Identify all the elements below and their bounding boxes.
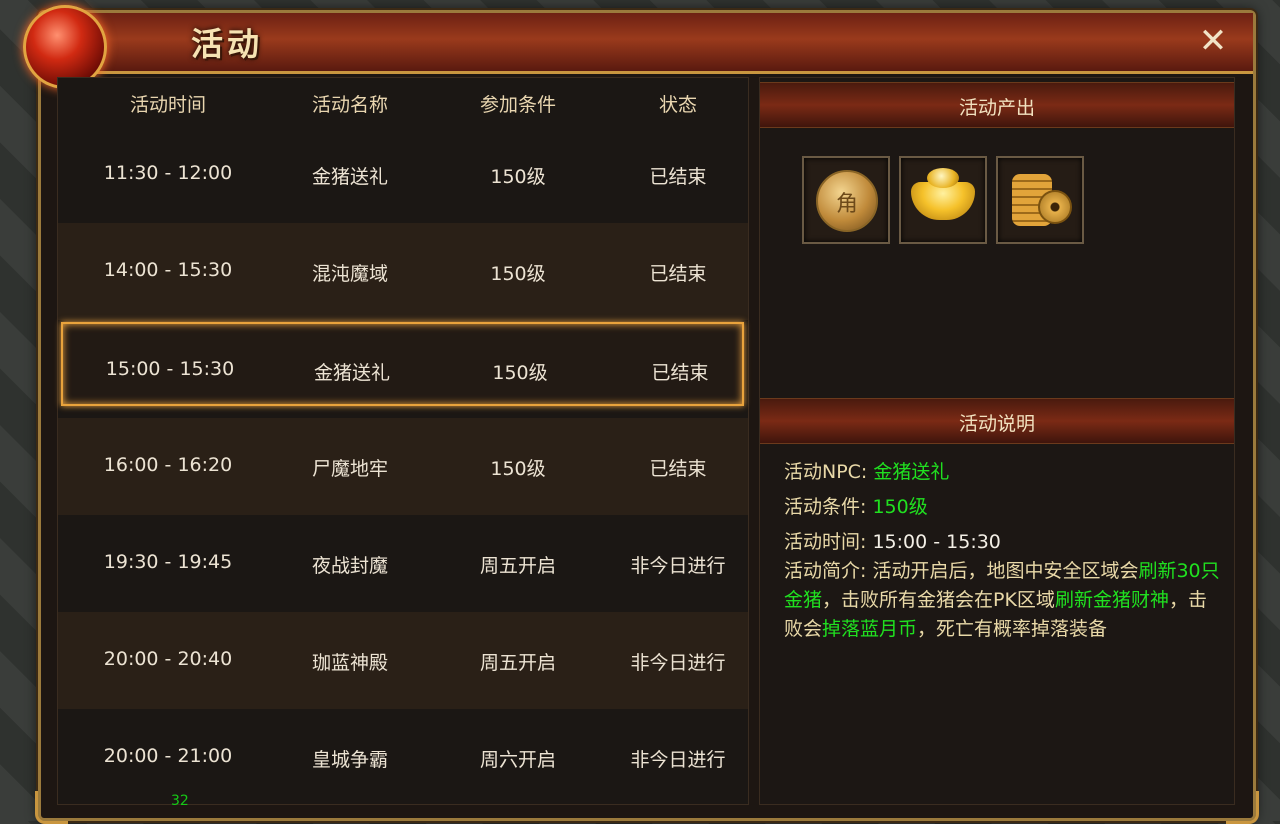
- row-condition: 150级: [490, 458, 546, 480]
- activity-detail-panel: 活动产出 活动说明 活动NPC: 金猪送礼 活动条件: 150级 活动时间: 1…: [759, 77, 1235, 805]
- activity-window: 活动 ✕ 活动时间 活动名称 参加条件 状态 11:30 - 12:00 金猪送…: [23, 5, 1259, 824]
- row-time: 16:00 - 16:20: [103, 454, 233, 476]
- condition-line: 活动条件: 150级: [784, 493, 1224, 522]
- description-text: 活动NPC: 金猪送礼 活动条件: 150级 活动时间: 15:00 - 15:…: [784, 458, 1224, 644]
- row-status: 已结束: [649, 458, 707, 480]
- header-status: 状态: [658, 94, 697, 116]
- rewards-title: 活动产出: [958, 97, 1035, 119]
- row-name: 金猪送礼: [313, 362, 390, 384]
- reward-slot[interactable]: [802, 156, 890, 244]
- header-time: 活动时间: [129, 94, 206, 116]
- row-status: 已结束: [651, 362, 709, 384]
- intro-text: 活动简介: 活动开启后，地图中安全区域会刷新30只金猪，击败所有金猪会在PK区域…: [784, 557, 1224, 644]
- condition-label: 活动条件:: [784, 496, 873, 518]
- row-name: 金猪送礼: [311, 166, 388, 188]
- window-title: 活动: [191, 25, 264, 63]
- row-name: 皇城争霸: [311, 749, 388, 771]
- bronze-coin-icon: [816, 170, 878, 232]
- description-title: 活动说明: [958, 413, 1035, 435]
- intro-text-4: ，死亡有概率掉落装备: [917, 618, 1108, 640]
- row-time: 11:30 - 12:00: [103, 162, 233, 184]
- intro-text-2: ，击败所有金猪会在PK区域: [822, 589, 1055, 611]
- npc-label: 活动NPC:: [784, 461, 874, 483]
- gold-ingot-icon: [911, 168, 975, 220]
- row-condition: 150级: [490, 263, 546, 285]
- close-button[interactable]: ✕: [1195, 23, 1231, 59]
- row-name: 夜战封魔: [311, 555, 388, 577]
- intro-highlight-3: 掉落蓝月币: [822, 618, 918, 640]
- row-condition: 150级: [492, 362, 548, 384]
- row-name: 尸魔地牢: [311, 458, 388, 480]
- row-time: 15:00 - 15:30: [105, 358, 235, 380]
- row-status: 已结束: [649, 263, 707, 285]
- time-line: 活动时间: 15:00 - 15:30: [784, 528, 1224, 557]
- description-header: 活动说明: [760, 398, 1234, 444]
- header-name: 活动名称: [311, 94, 388, 116]
- table-row[interactable]: 14:00 - 15:30 混沌魔域 150级 已结束: [58, 223, 748, 320]
- reward-slot[interactable]: [899, 156, 987, 244]
- npc-value: 金猪送礼: [873, 461, 950, 483]
- intro-text-1: 活动开启后，地图中安全区域会: [872, 560, 1139, 582]
- table-row[interactable]: 20:00 - 20:40 珈蓝神殿 周五开启 非今日进行: [58, 612, 748, 709]
- title-bar: 活动 ✕: [23, 5, 1253, 89]
- row-time: 19:30 - 19:45: [103, 551, 233, 573]
- time-label: 活动时间:: [784, 531, 873, 553]
- row-status: 非今日进行: [630, 555, 726, 577]
- reward-slot[interactable]: [996, 156, 1084, 244]
- time-value: 15:00 - 15:30: [872, 531, 1001, 553]
- intro-highlight-2: 刷新金猪财神: [1054, 589, 1169, 611]
- row-condition: 周六开启: [479, 749, 556, 771]
- condition-value: 150级: [872, 496, 928, 518]
- table-row-selected[interactable]: 15:00 - 15:30 金猪送礼 150级 已结束: [61, 322, 744, 406]
- row-condition: 周五开启: [479, 652, 556, 674]
- table-row[interactable]: 20:00 - 21:00 皇城争霸 周六开启 非今日进行: [58, 709, 748, 806]
- table-row[interactable]: 11:30 - 12:00 金猪送礼 150级 已结束: [58, 126, 748, 223]
- coin-stack-icon: [1012, 174, 1072, 226]
- rewards-header: 活动产出: [760, 82, 1234, 128]
- table-header: 活动时间 活动名称 参加条件 状态: [58, 78, 748, 126]
- page-number: 32: [171, 793, 189, 809]
- header-condition: 参加条件: [479, 94, 556, 116]
- row-name: 珈蓝神殿: [311, 652, 388, 674]
- row-time: 20:00 - 21:00: [103, 745, 233, 767]
- row-condition: 周五开启: [479, 555, 556, 577]
- row-time: 14:00 - 15:30: [103, 259, 233, 281]
- activity-list-panel: 活动时间 活动名称 参加条件 状态 11:30 - 12:00 金猪送礼 150…: [57, 77, 749, 805]
- row-condition: 150级: [490, 166, 546, 188]
- row-name: 混沌魔域: [311, 263, 388, 285]
- row-status: 非今日进行: [630, 652, 726, 674]
- row-time: 20:00 - 20:40: [103, 648, 233, 670]
- row-status: 非今日进行: [630, 749, 726, 771]
- npc-line: 活动NPC: 金猪送礼: [784, 458, 1224, 487]
- intro-label: 活动简介:: [784, 560, 873, 582]
- row-status: 已结束: [649, 166, 707, 188]
- table-row[interactable]: 16:00 - 16:20 尸魔地牢 150级 已结束: [58, 418, 748, 515]
- table-row[interactable]: 19:30 - 19:45 夜战封魔 周五开启 非今日进行: [58, 515, 748, 612]
